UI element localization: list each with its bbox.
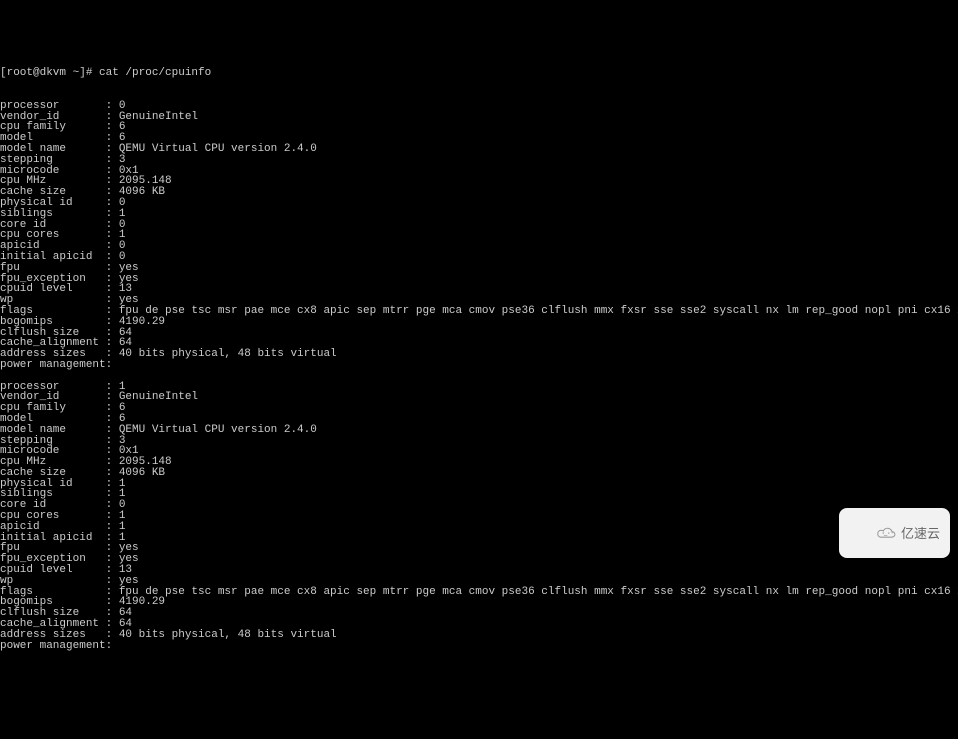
- cpuinfo-line: apicid : 0: [0, 241, 958, 252]
- cpuinfo-line: fpu_exception : yes: [0, 554, 958, 565]
- cpuinfo-line: stepping : 3: [0, 436, 958, 447]
- cpuinfo-line: stepping : 3: [0, 155, 958, 166]
- cpuinfo-line: core id : 0: [0, 220, 958, 231]
- blank-line: [0, 371, 958, 382]
- cpuinfo-line: cpuid level : 13: [0, 284, 958, 295]
- cpuinfo-line: address sizes : 40 bits physical, 48 bit…: [0, 630, 958, 641]
- cpuinfo-line: cache size : 4096 KB: [0, 187, 958, 198]
- cpuinfo-line: model name : QEMU Virtual CPU version 2.…: [0, 144, 958, 155]
- cpuinfo-line: model name : QEMU Virtual CPU version 2.…: [0, 425, 958, 436]
- cpuinfo-line: cpu cores : 1: [0, 230, 958, 241]
- cpuinfo-line: vendor_id : GenuineIntel: [0, 112, 958, 123]
- cpuinfo-line: address sizes : 40 bits physical, 48 bit…: [0, 349, 958, 360]
- cloud-icon: [849, 512, 897, 554]
- cpuinfo-line: wp : yes: [0, 576, 958, 587]
- cpuinfo-line: cache_alignment : 64: [0, 619, 958, 630]
- cpuinfo-line: cpu family : 6: [0, 403, 958, 414]
- cpuinfo-line: power management:: [0, 360, 958, 371]
- cpuinfo-line: core id : 0: [0, 500, 958, 511]
- cpuinfo-line: siblings : 1: [0, 489, 958, 500]
- cpuinfo-line: power management:: [0, 641, 958, 652]
- cpuinfo-line: cpu family : 6: [0, 122, 958, 133]
- cpuinfo-line: flags : fpu de pse tsc msr pae mce cx8 a…: [0, 587, 958, 598]
- cpuinfo-line: physical id : 1: [0, 479, 958, 490]
- cpuinfo-line: clflush size : 64: [0, 328, 958, 339]
- cpuinfo-line: apicid : 1: [0, 522, 958, 533]
- cpuinfo-line: fpu_exception : yes: [0, 274, 958, 285]
- cpuinfo-line: clflush size : 64: [0, 608, 958, 619]
- cpuinfo-line: initial apicid : 0: [0, 252, 958, 263]
- cpuinfo-line: fpu : yes: [0, 543, 958, 554]
- cpuinfo-line: processor : 0: [0, 101, 958, 112]
- cpuinfo-line: bogomips : 4190.29: [0, 317, 958, 328]
- cpuinfo-line: initial apicid : 1: [0, 533, 958, 544]
- terminal-output[interactable]: [root@dkvm ~]# cat /proc/cpuinfo process…: [0, 44, 958, 662]
- watermark-text: 亿速云: [901, 527, 940, 540]
- prompt-line: [root@dkvm ~]# cat /proc/cpuinfo: [0, 68, 958, 79]
- cpuinfo-output: processor : 0vendor_id : GenuineIntelcpu…: [0, 101, 958, 652]
- watermark-badge: 亿速云: [839, 508, 950, 558]
- cpuinfo-line: physical id : 0: [0, 198, 958, 209]
- cpuinfo-line: cpu cores : 1: [0, 511, 958, 522]
- cpuinfo-line: cpuid level : 13: [0, 565, 958, 576]
- cpuinfo-line: fpu : yes: [0, 263, 958, 274]
- cpuinfo-line: siblings : 1: [0, 209, 958, 220]
- cpuinfo-line: vendor_id : GenuineIntel: [0, 392, 958, 403]
- cpuinfo-line: cache size : 4096 KB: [0, 468, 958, 479]
- cpuinfo-line: bogomips : 4190.29: [0, 597, 958, 608]
